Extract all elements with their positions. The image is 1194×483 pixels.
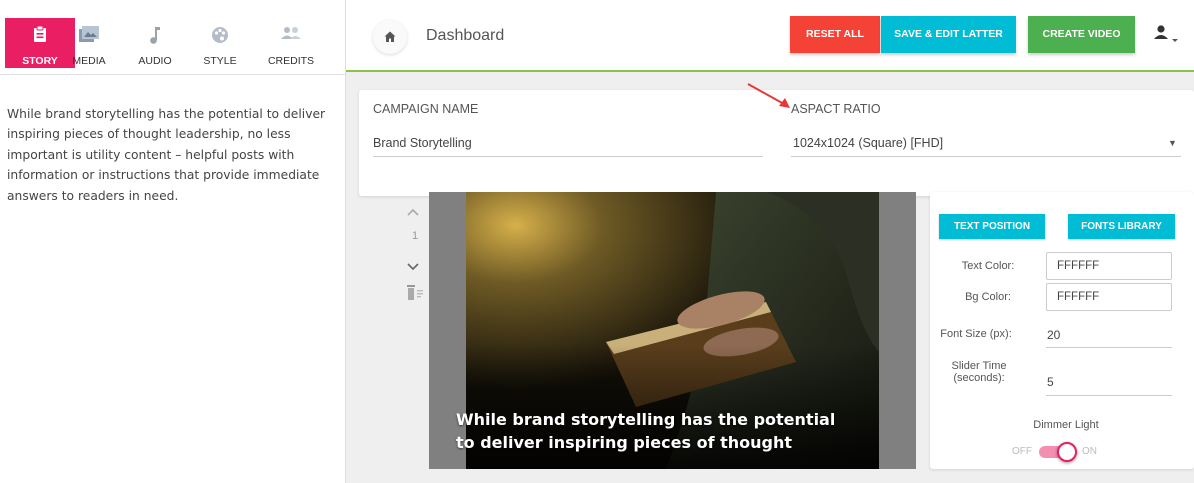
bg-color-label: Bg Color: xyxy=(965,291,1011,303)
toggle-off-label: OFF xyxy=(1012,446,1032,457)
home-button[interactable] xyxy=(373,20,407,54)
create-video-button[interactable]: CREATE VIDEO xyxy=(1028,16,1135,53)
chevron-up-icon[interactable] xyxy=(406,207,420,217)
slide-preview[interactable]: While brand storytelling has the potenti… xyxy=(429,192,916,469)
font-size-input[interactable]: 20 xyxy=(1047,328,1060,342)
reset-all-button[interactable]: RESET ALL xyxy=(790,16,880,53)
fonts-library-button[interactable]: FONTS LIBRARY xyxy=(1068,214,1175,239)
tab-media[interactable]: MEDIA xyxy=(54,18,124,68)
text-color-input[interactable]: FFFFFF xyxy=(1046,252,1172,280)
aspect-ratio-label: ASPACT RATIO xyxy=(791,102,881,116)
user-menu[interactable] xyxy=(1152,24,1182,46)
font-size-underline xyxy=(1046,347,1172,348)
slider-time-label-line1: Slider Time xyxy=(951,360,1007,372)
music-note-icon xyxy=(149,26,161,49)
campaign-name-underline xyxy=(373,156,763,157)
toggle-on-label: ON xyxy=(1082,446,1097,457)
user-icon xyxy=(1154,25,1178,42)
aspect-ratio-select[interactable]: 1024x1024 (Square) [FHD] xyxy=(793,136,943,150)
red-arrow-icon xyxy=(747,83,790,108)
editor-area: Dashboard RESET ALL SAVE & EDIT LATTER C… xyxy=(346,0,1194,483)
slider-time-underline xyxy=(1046,395,1172,396)
tab-label: STYLE xyxy=(203,55,237,67)
campaign-name-input[interactable]: Brand Storytelling xyxy=(373,136,472,150)
dimmer-toggle-thumb[interactable] xyxy=(1057,442,1077,462)
tab-label: CREDITS xyxy=(267,55,315,67)
dimmer-light-label: Dimmer Light xyxy=(1033,419,1099,431)
text-settings-card: TEXT POSITION FONTS LIBRARY Text Color: … xyxy=(930,192,1194,469)
tab-bar: STORY MEDIA AUDIO STYLE CREDITS xyxy=(0,0,345,75)
text-color-label: Text Color: xyxy=(961,260,1015,272)
slider-time-label: Slider Time (seconds): xyxy=(938,360,1020,384)
photos-icon xyxy=(79,26,99,47)
aspect-ratio-underline xyxy=(791,156,1181,157)
tab-style[interactable]: STYLE xyxy=(185,18,255,68)
slider-time-label-line2: (seconds): xyxy=(953,372,1005,384)
story-panel: STORY MEDIA AUDIO STYLE CREDITS While br… xyxy=(0,0,345,483)
page-title: Dashboard xyxy=(426,27,505,44)
delete-slide-icon[interactable] xyxy=(406,285,424,301)
home-icon xyxy=(384,31,396,42)
clipboard-icon xyxy=(33,25,47,47)
tab-credits[interactable]: CREDITS xyxy=(256,18,326,68)
chevron-down-icon[interactable] xyxy=(406,262,420,272)
font-size-label: Font Size (px): xyxy=(940,328,1012,340)
save-edit-later-button[interactable]: SAVE & EDIT LATTER xyxy=(881,16,1016,53)
top-header: Dashboard RESET ALL SAVE & EDIT LATTER C… xyxy=(346,0,1194,72)
tab-label: MEDIA xyxy=(72,55,106,67)
people-icon xyxy=(281,26,301,45)
slide-number: 1 xyxy=(412,230,419,242)
slide-caption[interactable]: While brand storytelling has the potenti… xyxy=(456,408,856,454)
chevron-down-icon[interactable]: ▼ xyxy=(1168,138,1177,148)
palette-icon xyxy=(211,26,229,49)
bg-color-input[interactable]: FFFFFF xyxy=(1046,283,1172,311)
tab-label: AUDIO xyxy=(138,55,172,67)
campaign-name-label: CAMPAIGN NAME xyxy=(373,102,479,116)
tab-audio[interactable]: AUDIO xyxy=(120,18,190,68)
slider-time-input[interactable]: 5 xyxy=(1047,375,1054,389)
story-text[interactable]: While brand storytelling has the potenti… xyxy=(7,104,337,206)
text-position-button[interactable]: TEXT POSITION xyxy=(939,214,1045,239)
